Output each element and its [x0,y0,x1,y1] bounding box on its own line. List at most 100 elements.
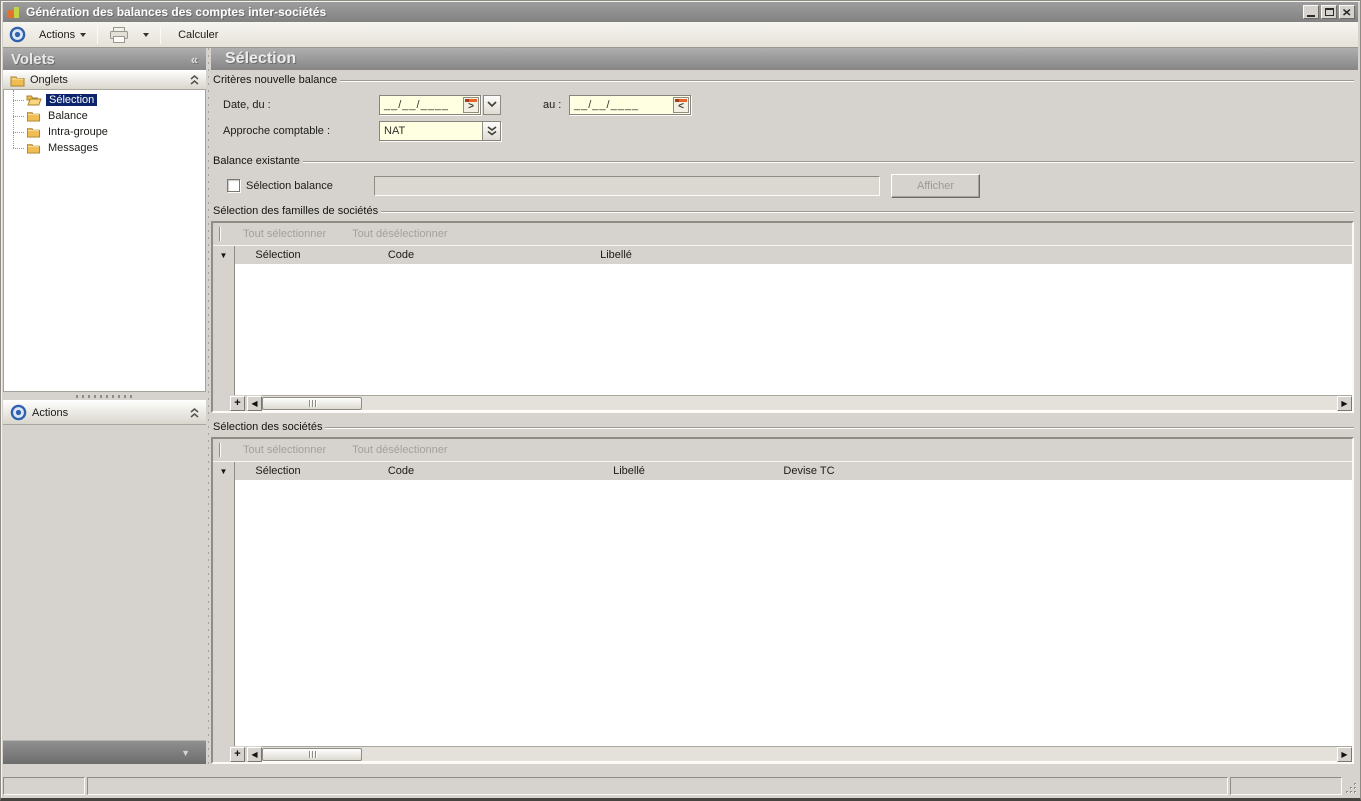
scroll-left-button[interactable]: ◀ [247,746,262,762]
date-picker-prev-button[interactable]: < [673,96,689,113]
row-marker-icon: ▼ [213,246,235,264]
column-header-selection[interactable]: Sélection [235,465,321,477]
actions-menu-button[interactable]: Actions [32,26,93,44]
column-header-libelle[interactable]: Libellé [481,249,751,261]
column-header-code[interactable]: Code [321,465,481,477]
au-label: au : [543,98,562,111]
tree-item-messages[interactable]: Messages [4,140,205,156]
familles-grid-header: ▼ Sélection Code Libellé [213,245,1352,264]
familles-hscrollbar: + ◀ ▶ [213,395,1352,411]
close-button[interactable] [1339,5,1355,19]
date-au-field[interactable]: __/__/____ < [569,94,691,115]
scrollbar-track[interactable]: ▶ [262,395,1352,411]
status-gap [3,764,1358,776]
column-header-selection[interactable]: Sélection [235,249,321,261]
collapse-panel-button[interactable]: « [191,52,198,67]
collapse-section-icon [190,75,199,85]
toolbar-grip-icon [219,227,221,241]
resize-grip[interactable] [1344,777,1358,795]
column-header-libelle[interactable]: Libellé [481,465,777,477]
sidebar-splitter[interactable] [3,392,206,400]
selection-balance-checkbox[interactable] [227,179,240,192]
tree-item-label: Messages [48,142,99,154]
add-row-button[interactable]: + [230,395,245,411]
status-bar [3,776,1358,796]
tree-item-intra-groupe[interactable]: Intra-groupe [4,124,205,140]
collapsed-panel-bar[interactable]: ▼ [3,740,206,764]
calculer-button[interactable]: Calculer [171,26,225,44]
familles-grid-body[interactable] [235,264,1352,395]
application-window: Génération des balances des comptes inte… [0,0,1361,801]
main-panel: Sélection Critères nouvelle balance Date… [211,48,1358,764]
status-cell-1 [3,777,85,795]
calendar-next-icon: > [468,100,474,112]
maximize-button[interactable] [1321,5,1337,19]
folder-icon [27,128,40,138]
column-header-code[interactable]: Code [321,249,481,261]
print-button[interactable] [102,24,136,46]
societes-select-all-button[interactable]: Tout sélectionner [243,444,326,456]
actions-section-header[interactable]: Actions [3,400,206,425]
page-title: Sélection [225,50,297,67]
date-du-field[interactable]: __/__/____ > [379,94,481,115]
afficher-label: Afficher [916,179,955,192]
folder-icon [27,144,40,154]
date-picker-next-button[interactable]: > [463,96,479,113]
approche-comptable-combo[interactable]: NAT [379,120,501,141]
minimize-button[interactable] [1303,5,1319,19]
row-selector-column [213,264,235,395]
tree-item-label: Balance [48,110,88,122]
column-header-devise-tc[interactable]: Devise TC [777,465,841,477]
onglets-section-header[interactable]: Onglets [3,70,206,90]
chevron-down-icon [80,32,87,37]
actions-section-label: Actions [32,406,69,419]
societes-grid-body[interactable] [235,480,1352,746]
title-bar[interactable]: Génération des balances des comptes inte… [3,2,1358,22]
approche-dropdown-button[interactable] [482,121,500,140]
onglets-tree: Sélection Balance Intra-groupe Messages [3,90,206,392]
maximize-icon [1324,8,1334,16]
calendar-prev-icon: < [678,100,684,112]
familles-deselect-all-button[interactable]: Tout désélectionner [352,228,447,240]
date-au-value: __/__/____ [574,98,640,111]
date-du-value: __/__/____ [384,98,450,111]
chevron-down-icon [143,32,150,37]
criteres-group-label: Critères nouvelle balance [211,74,1354,86]
societes-grid-toolbar: Tout sélectionner Tout désélectionner [213,439,1352,461]
scrollbar-track[interactable]: ▶ [262,746,1352,762]
target-icon [9,26,26,43]
toolbar-separator [160,25,162,44]
toolbar-grip-icon [219,443,221,457]
actions-section-body [3,425,206,740]
actions-menu-label: Actions [39,28,76,41]
app-icon [8,7,19,18]
expand-panel-icon: ▼ [181,747,190,758]
group-divider [325,427,1354,429]
scroll-right-button[interactable]: ▶ [1337,746,1352,762]
add-row-button[interactable]: + [230,746,245,762]
societes-deselect-all-button[interactable]: Tout désélectionner [352,444,447,456]
scroll-right-button[interactable]: ▶ [1337,395,1352,411]
scroll-left-button[interactable]: ◀ [247,395,262,411]
row-selector-column [213,480,235,746]
status-cell-2 [87,777,1228,795]
print-options-button[interactable] [136,30,156,40]
tree-item-label: Intra-groupe [48,126,108,138]
scrollbar-thumb[interactable] [262,747,362,761]
scrollbar-thumb[interactable] [262,396,362,410]
societes-grid-header: ▼ Sélection Code Libellé Devise TC [213,461,1352,480]
familles-group-label: Sélection des familles de sociétés [211,205,1354,217]
societes-hscrollbar: + ◀ ▶ [213,746,1352,762]
date-du-dropdown-button[interactable] [483,94,501,115]
tree-item-balance[interactable]: Balance [4,108,205,124]
familles-select-all-button[interactable]: Tout sélectionner [243,228,326,240]
calculer-label: Calculer [178,28,219,41]
folder-icon [10,76,25,86]
target-icon [10,404,27,421]
double-chevron-down-icon [487,125,496,135]
balance-input[interactable] [374,175,880,196]
afficher-button[interactable]: Afficher [891,173,980,198]
familles-grid: Tout sélectionner Tout désélectionner ▼ … [211,221,1354,413]
tree-item-selection[interactable]: Sélection [4,92,205,108]
printer-icon [110,26,129,43]
